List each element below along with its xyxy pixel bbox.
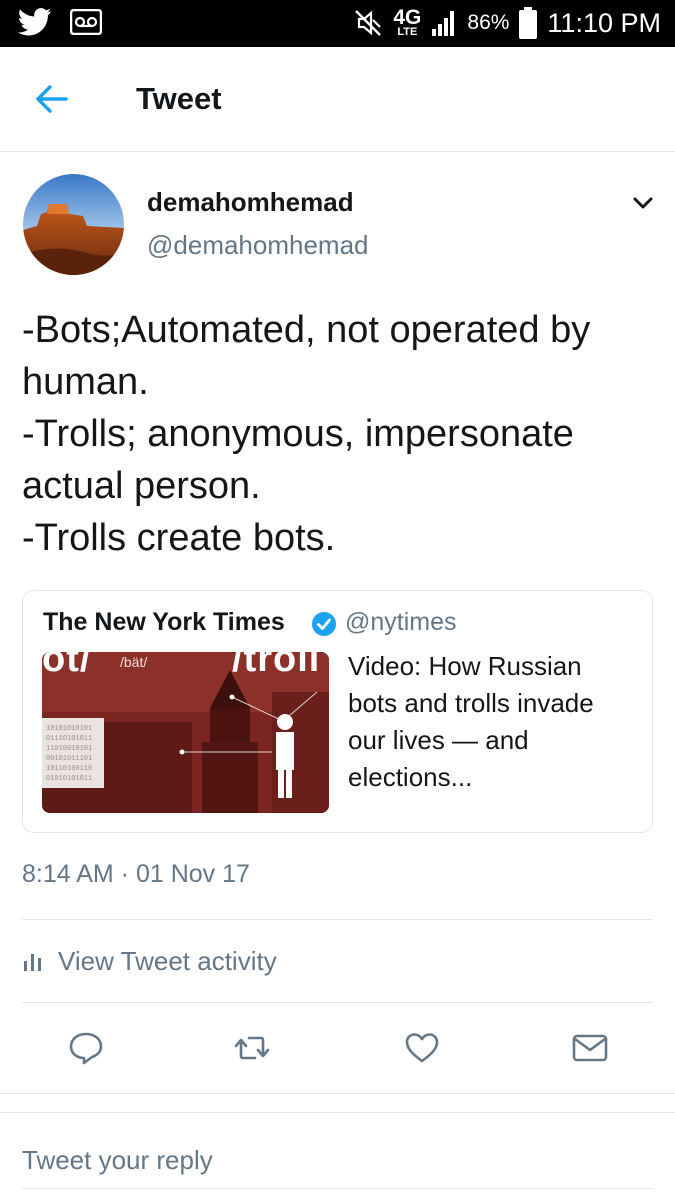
tweet-text: -Bots;Automated, not operated by human. … xyxy=(22,304,662,564)
voicemail-icon xyxy=(70,9,102,35)
signal-icon xyxy=(432,11,455,36)
reply-bubble-icon[interactable] xyxy=(67,1029,105,1067)
video-thumbnail[interactable]: 10101010101 01110101011 11010010101 0010… xyxy=(42,652,329,813)
divider xyxy=(22,1002,653,1003)
avatar-image xyxy=(23,174,124,275)
chevron-down-icon[interactable] xyxy=(628,188,658,218)
tweet-text-line: -Trolls; anonymous, impersonate xyxy=(22,413,574,455)
verified-badge-icon xyxy=(312,612,336,636)
view-tweet-activity[interactable]: View Tweet activity xyxy=(22,944,277,978)
quoted-text-line: Video: How Russian xyxy=(348,651,582,681)
quoted-author-name: The New York Times xyxy=(43,608,285,636)
status-bar: 4G LTE 86% 11:10 PM xyxy=(0,0,675,47)
quoted-tweet-text: Video: How Russian bots and trolls invad… xyxy=(348,648,638,796)
battery-icon xyxy=(519,7,538,39)
quoted-author-handle: @nytimes xyxy=(345,608,457,636)
analytics-bars-icon xyxy=(24,954,41,971)
quoted-text-line: elections... xyxy=(348,762,473,792)
battery-percent: 86% xyxy=(467,11,510,34)
app-header: Tweet xyxy=(0,47,675,152)
video-frame-overlay xyxy=(42,652,329,813)
author-display-name[interactable]: demahomhemad xyxy=(147,187,354,218)
tweet-text-line: human. xyxy=(22,361,149,403)
tweet-text-line: -Bots;Automated, not operated by xyxy=(22,309,591,351)
network-subtype: LTE xyxy=(397,25,418,38)
twitter-bird-icon xyxy=(18,8,52,36)
clock: 11:10 PM xyxy=(547,7,661,38)
avatar[interactable] xyxy=(23,174,124,275)
activity-label: View Tweet activity xyxy=(58,945,277,976)
tweet-text-line: -Trolls create bots. xyxy=(22,517,336,559)
reply-input[interactable] xyxy=(22,1140,653,1180)
page-title: Tweet xyxy=(136,81,222,116)
tweet-timestamp[interactable]: 8:14 AM · 01 Nov 17 xyxy=(22,860,250,889)
divider xyxy=(22,919,653,920)
reply-underline xyxy=(22,1188,653,1189)
divider xyxy=(0,1112,675,1113)
quoted-text-line: our lives — and xyxy=(348,725,529,755)
quoted-text-line: bots and trolls invade xyxy=(348,688,594,718)
quoted-tweet-card[interactable]: The New York Times @nytimes 10101010101 … xyxy=(22,590,653,833)
heart-icon[interactable] xyxy=(403,1029,441,1067)
divider xyxy=(0,1093,675,1094)
envelope-icon[interactable] xyxy=(571,1029,609,1067)
back-arrow-icon[interactable] xyxy=(32,79,72,119)
tweet-text-line: actual person. xyxy=(22,465,261,507)
network-type: 4G xyxy=(393,5,422,29)
author-handle[interactable]: @demahomhemad xyxy=(147,230,369,261)
mute-icon xyxy=(355,10,382,36)
retweet-icon[interactable] xyxy=(233,1029,271,1067)
